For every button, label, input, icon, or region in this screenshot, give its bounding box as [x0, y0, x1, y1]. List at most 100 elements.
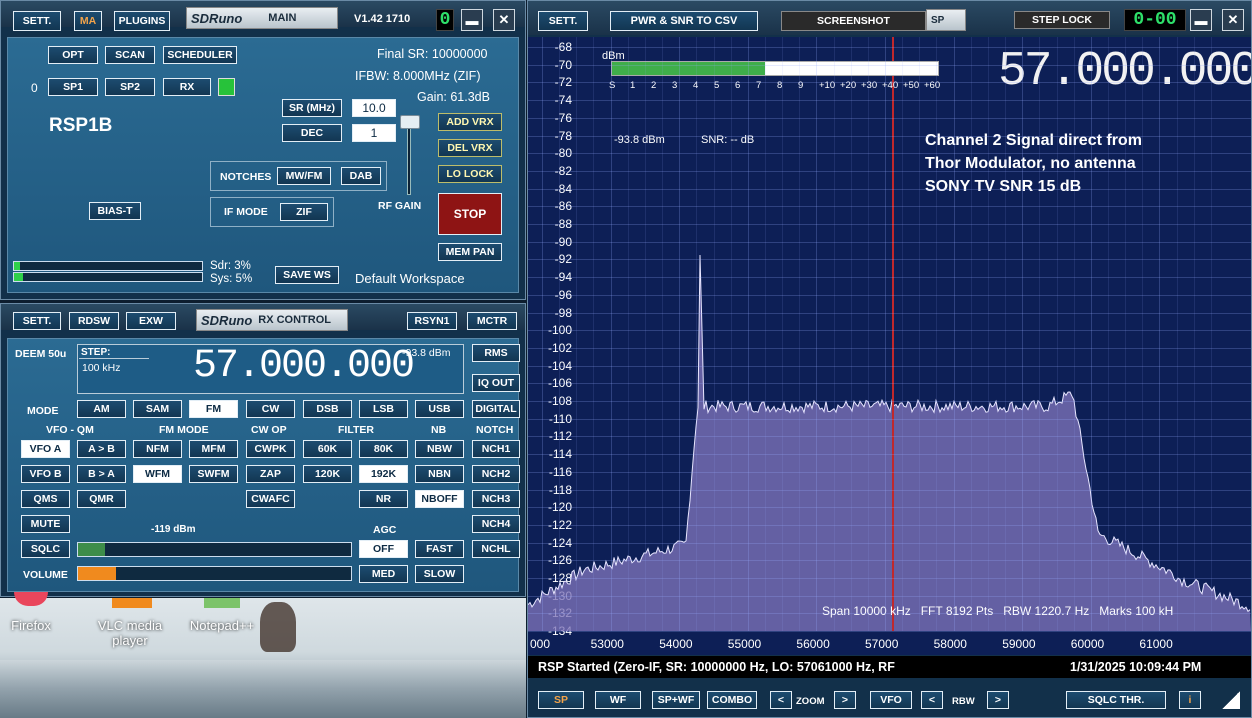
vlc-label[interactable]: VLC media player: [90, 618, 170, 648]
am-button[interactable]: AM: [77, 400, 126, 418]
spectrum-close-icon[interactable]: ✕: [1222, 9, 1244, 31]
nbw-button[interactable]: NBW: [415, 440, 464, 458]
vfo-a-button[interactable]: VFO A: [21, 440, 70, 458]
wf-view-button[interactable]: WF: [595, 691, 641, 709]
main-sett-button[interactable]: SETT.: [13, 11, 61, 31]
sr-value-field[interactable]: 10.0: [352, 99, 396, 117]
b-to-a-button[interactable]: B > A: [77, 465, 126, 483]
nch1-button[interactable]: NCH1: [472, 440, 520, 458]
sp2-button[interactable]: SP2: [105, 78, 155, 96]
save-ws-button[interactable]: SAVE WS: [275, 266, 339, 284]
zoom-in-button[interactable]: >: [834, 691, 856, 709]
rms-button[interactable]: RMS: [472, 344, 520, 362]
mem-pan-button[interactable]: MEM PAN: [438, 243, 502, 261]
a-to-b-button[interactable]: A > B: [77, 440, 126, 458]
cwpk-button[interactable]: CWPK: [246, 440, 295, 458]
zif-button[interactable]: ZIF: [280, 203, 328, 221]
mfm-button[interactable]: MFM: [189, 440, 238, 458]
info-button[interactable]: i: [1179, 691, 1201, 709]
volume-slider[interactable]: [77, 566, 352, 581]
lsb-button[interactable]: LSB: [359, 400, 408, 418]
minimize-icon[interactable]: ▬: [461, 9, 483, 31]
zap-button[interactable]: ZAP: [246, 465, 295, 483]
biast-button[interactable]: BIAS-T: [89, 202, 141, 220]
mute-button[interactable]: MUTE: [21, 515, 70, 533]
scheduler-button[interactable]: SCHEDULER: [163, 46, 237, 64]
notepad-label[interactable]: Notepad++: [182, 618, 262, 633]
plugins-button[interactable]: PLUGINS: [114, 11, 170, 31]
squelch-slider[interactable]: [77, 542, 352, 557]
fm-button[interactable]: FM: [189, 400, 238, 418]
dec-value-field[interactable]: 1: [352, 124, 396, 142]
nbn-button[interactable]: NBN: [415, 465, 464, 483]
rdsw-button[interactable]: RDSW: [69, 312, 119, 330]
qms-button[interactable]: QMS: [21, 490, 70, 508]
dec-label-button[interactable]: DEC: [282, 124, 342, 142]
pwr-snr-csv-button[interactable]: PWR & SNR TO CSV: [610, 11, 758, 31]
cw-button[interactable]: CW: [246, 400, 295, 418]
step-value[interactable]: 100 kHz: [82, 362, 121, 374]
close-icon[interactable]: ✕: [493, 9, 515, 31]
filter-60k-button[interactable]: 60K: [303, 440, 352, 458]
rf-gain-slider-handle[interactable]: [400, 115, 420, 129]
spectrum-plot[interactable]: -68 -70 -72 -74 -76 -78 -80 -82 -84 -86 -88 -90 -92-…: [528, 37, 1251, 655]
nch2-button[interactable]: NCH2: [472, 465, 520, 483]
nch3-button[interactable]: NCH3: [472, 490, 520, 508]
swfm-button[interactable]: SWFM: [189, 465, 238, 483]
cwafc-button[interactable]: CWAFC: [246, 490, 295, 508]
rsyn1-button[interactable]: RSYN1: [407, 312, 457, 330]
vlc-icon[interactable]: [112, 598, 152, 608]
main-ma-button[interactable]: MA: [74, 11, 102, 31]
sam-button[interactable]: SAM: [133, 400, 182, 418]
notepad-icon[interactable]: [204, 598, 240, 608]
nr-button[interactable]: NR: [359, 490, 408, 508]
iqout-button[interactable]: IQ OUT: [472, 374, 520, 392]
vfo-button[interactable]: VFO: [870, 691, 912, 709]
rx-button[interactable]: RX: [163, 78, 211, 96]
mwfm-button[interactable]: MW/FM: [277, 167, 331, 185]
step-lock-button[interactable]: STEP LOCK: [1014, 11, 1110, 29]
sqlc-thr-button[interactable]: SQLC THR.: [1066, 691, 1166, 709]
spwf-view-button[interactable]: SP+WF: [652, 691, 700, 709]
mctr-button[interactable]: MCTR: [467, 312, 517, 330]
agc-slow-button[interactable]: SLOW: [415, 565, 464, 583]
firefox-icon[interactable]: [14, 592, 48, 606]
dsb-button[interactable]: DSB: [303, 400, 352, 418]
filter-192k-button[interactable]: 192K: [359, 465, 408, 483]
scan-button[interactable]: SCAN: [105, 46, 155, 64]
sp1-button[interactable]: SP1: [48, 78, 98, 96]
usb-button[interactable]: USB: [415, 400, 464, 418]
nch4-button[interactable]: NCH4: [472, 515, 520, 533]
zoom-out-button[interactable]: <: [770, 691, 792, 709]
add-vrx-button[interactable]: ADD VRX: [438, 113, 502, 131]
digital-button[interactable]: DIGITAL: [472, 400, 520, 418]
resize-grip-icon[interactable]: [1222, 691, 1240, 709]
spectrum-sett-button[interactable]: SETT.: [538, 11, 588, 31]
del-vrx-button[interactable]: DEL VRX: [438, 139, 502, 157]
rf-gain-slider-track[interactable]: [407, 119, 411, 195]
opt-button[interactable]: OPT: [48, 46, 98, 64]
nchl-button[interactable]: NCHL: [472, 540, 520, 558]
vfo-b-button[interactable]: VFO B: [21, 465, 70, 483]
rbw-up-button[interactable]: >: [987, 691, 1009, 709]
dab-button[interactable]: DAB: [341, 167, 381, 185]
filter-80k-button[interactable]: 80K: [359, 440, 408, 458]
nfm-button[interactable]: NFM: [133, 440, 182, 458]
lo-lock-button[interactable]: LO LOCK: [438, 165, 502, 183]
rx-frequency[interactable]: 57.000.000: [193, 344, 415, 389]
agc-med-button[interactable]: MED: [359, 565, 408, 583]
rbw-down-button[interactable]: <: [921, 691, 943, 709]
sr-label-button[interactable]: SR (MHz): [282, 99, 342, 117]
sqlc-button[interactable]: SQLC: [21, 540, 70, 558]
agc-off-button[interactable]: OFF: [359, 540, 408, 558]
spectrum-minimize-icon[interactable]: ▬: [1190, 9, 1212, 31]
firefox-label[interactable]: Firefox: [6, 618, 56, 633]
wfm-button[interactable]: WFM: [133, 465, 182, 483]
agc-fast-button[interactable]: FAST: [415, 540, 464, 558]
exw-button[interactable]: EXW: [126, 312, 176, 330]
sp-view-button[interactable]: SP: [538, 691, 584, 709]
qmr-button[interactable]: QMR: [77, 490, 126, 508]
filter-120k-button[interactable]: 120K: [303, 465, 352, 483]
combo-view-button[interactable]: COMBO: [707, 691, 757, 709]
rx-sett-button[interactable]: SETT.: [13, 312, 61, 330]
